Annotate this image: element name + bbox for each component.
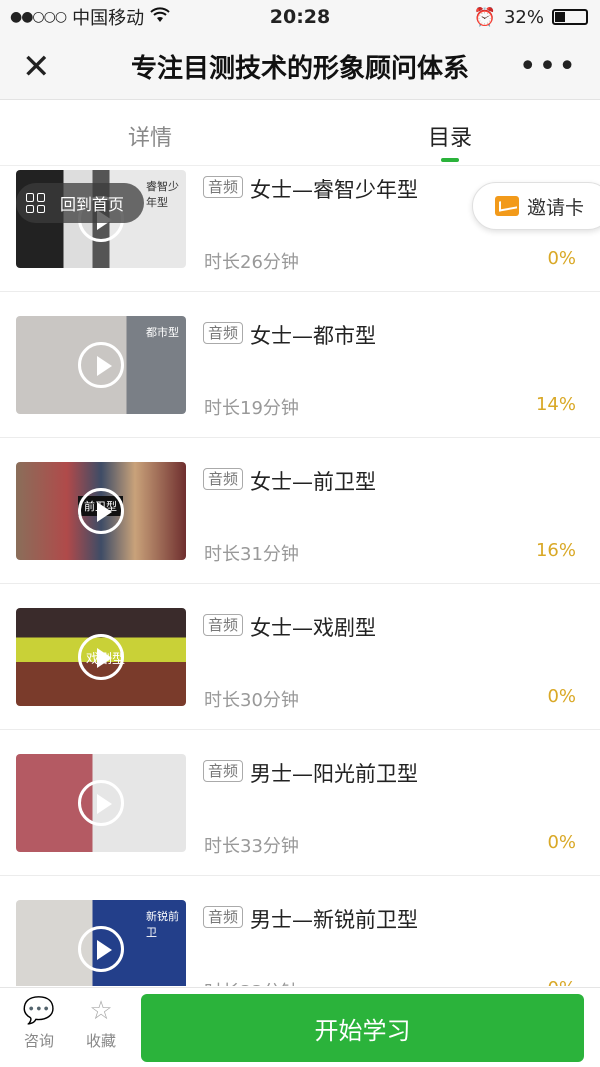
list-item[interactable]: 音频 男士—阳光前卫型 时长33分钟 0% <box>0 730 600 876</box>
lesson-progress: 16% <box>535 540 576 561</box>
lesson-title: 女士—戏剧型 <box>250 616 376 640</box>
lesson-duration: 时长33分钟 <box>204 978 299 986</box>
active-tab-indicator <box>441 158 459 162</box>
grid-icon <box>26 193 46 213</box>
battery-icon <box>552 9 588 25</box>
star-icon: ☆ <box>89 996 113 1026</box>
lesson-progress: 14% <box>535 394 576 415</box>
more-icon[interactable]: ••• <box>519 51 578 82</box>
play-icon <box>78 634 124 680</box>
start-learning-button[interactable]: 开始学习 <box>141 994 584 1062</box>
lesson-title: 女士—睿智少年型 <box>250 178 418 202</box>
lesson-progress: 0% <box>547 248 576 269</box>
lesson-progress: 0% <box>547 832 576 853</box>
lesson-thumbnail: 戏剧型 <box>16 608 186 706</box>
lesson-duration: 时长19分钟 <box>204 398 299 419</box>
audio-tag: 音频 <box>203 760 244 782</box>
battery-percent: 32% <box>503 6 544 28</box>
invite-card-label: 邀请卡 <box>527 196 585 219</box>
lesson-progress: 0% <box>547 686 576 707</box>
lesson-thumbnail: 前卫型 <box>16 462 186 560</box>
lesson-thumbnail <box>16 754 186 852</box>
back-home-button[interactable]: 回到首页 <box>16 183 144 223</box>
audio-tag: 音频 <box>203 906 244 928</box>
tab-detail[interactable]: 详情 <box>128 120 172 152</box>
lesson-title: 女士—都市型 <box>250 324 376 348</box>
list-item[interactable]: 都市型 音频 女士—都市型 时长19分钟 14% <box>0 292 600 438</box>
back-home-label: 回到首页 <box>60 195 125 214</box>
lesson-duration: 时长33分钟 <box>204 836 299 857</box>
play-icon <box>78 780 124 826</box>
invite-card-button[interactable]: 邀请卡 <box>472 182 600 230</box>
status-bar: ●●○○○ 中国移动 20:28 ⏰ 32% <box>0 0 600 34</box>
consult-label: 咨询 <box>23 1032 54 1050</box>
audio-tag: 音频 <box>203 468 244 490</box>
lesson-duration: 时长26分钟 <box>204 252 299 273</box>
lesson-title: 男士—新锐前卫型 <box>250 908 418 932</box>
list-item[interactable]: 新锐前卫 音频 男士—新锐前卫型 时长33分钟 0% <box>0 876 600 986</box>
lesson-thumbnail: 新锐前卫 <box>16 900 186 986</box>
audio-tag: 音频 <box>203 614 244 636</box>
play-icon <box>78 488 124 534</box>
bottom-bar: 💬 咨询 ☆ 收藏 开始学习 <box>0 987 600 1067</box>
tab-bar: 详情 目录 <box>0 100 600 166</box>
nav-bar: ✕ 专注目测技术的形象顾问体系 ••• <box>0 34 600 100</box>
chat-bubble-icon: 💬 <box>22 996 56 1026</box>
play-icon <box>78 926 124 972</box>
page-title: 专注目测技术的形象顾问体系 <box>130 54 469 84</box>
audio-tag: 音频 <box>203 322 244 344</box>
list-item[interactable]: 前卫型 音频 女士—前卫型 时长31分钟 16% <box>0 438 600 584</box>
lesson-title: 女士—前卫型 <box>250 470 376 494</box>
play-icon <box>78 342 124 388</box>
lesson-thumbnail: 都市型 <box>16 316 186 414</box>
alarm-icon: ⏰ <box>473 6 496 28</box>
lesson-duration: 时长31分钟 <box>204 544 299 565</box>
favorite-button[interactable]: ☆ 收藏 <box>76 996 126 1051</box>
audio-tag: 音频 <box>203 176 244 198</box>
favorite-label: 收藏 <box>85 1032 116 1050</box>
lesson-title: 男士—阳光前卫型 <box>250 762 418 786</box>
envelope-icon <box>495 196 519 216</box>
consult-button[interactable]: 💬 咨询 <box>14 996 64 1051</box>
list-item[interactable]: 戏剧型 音频 女士—戏剧型 时长30分钟 0% <box>0 584 600 730</box>
tab-catalog[interactable]: 目录 <box>428 120 472 152</box>
lesson-duration: 时长30分钟 <box>204 690 299 711</box>
lesson-list: 睿智少年型 音频 女士—睿智少年型 时长26分钟 0% 都市型 音频 女士—都市… <box>0 166 600 986</box>
lesson-progress: 0% <box>547 978 576 986</box>
